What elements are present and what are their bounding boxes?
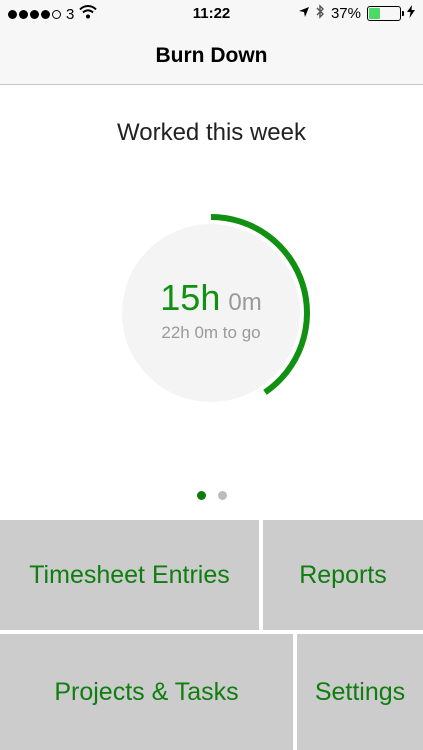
timesheet-entries-label: Timesheet Entries xyxy=(29,560,230,589)
status-right: 37% xyxy=(298,4,415,23)
charging-bolt-icon xyxy=(407,5,415,22)
page-indicator[interactable] xyxy=(0,491,423,500)
projects-tasks-button[interactable]: Projects & Tasks xyxy=(0,634,293,750)
page-dot-2[interactable] xyxy=(217,491,227,500)
ring-center: 15h 0m 22h 0m to go xyxy=(110,212,312,414)
location-arrow-icon xyxy=(298,5,310,22)
settings-label: Settings xyxy=(314,677,406,706)
timesheet-entries-button[interactable]: Timesheet Entries xyxy=(0,520,259,630)
settings-button[interactable]: Settings xyxy=(297,634,423,750)
worked-minutes: 0m xyxy=(228,289,262,316)
page-title: Burn Down xyxy=(155,44,268,67)
week-heading: Worked this week xyxy=(117,119,306,146)
progress-ring[interactable]: 15h 0m 22h 0m to go xyxy=(110,212,312,414)
page-dot-1[interactable] xyxy=(196,491,206,500)
remaining-time: 22h 0m to go xyxy=(161,323,261,342)
status-bar: 3 11:22 37% xyxy=(0,0,423,28)
worked-time: 15h 0m xyxy=(160,277,261,319)
bluetooth-icon xyxy=(316,4,325,23)
projects-tasks-label: Projects & Tasks xyxy=(54,677,239,706)
reports-button[interactable]: Reports xyxy=(263,520,423,630)
battery-percent: 37% xyxy=(330,5,361,22)
reports-label: Reports xyxy=(299,560,387,589)
worked-hours: 15h xyxy=(160,277,221,318)
nav-bar: Burn Down xyxy=(0,28,423,85)
battery-icon xyxy=(367,6,404,21)
